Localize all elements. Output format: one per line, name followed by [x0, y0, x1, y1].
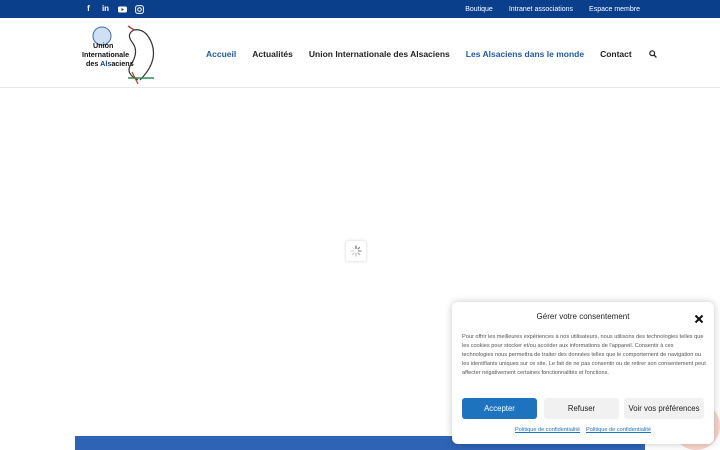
cookie-consent-dialog: Gérer votre consentement Pour offrir les… [452, 302, 714, 444]
logo-line-3-suffix: aciens [111, 59, 134, 68]
top-link-boutique[interactable]: Boutique [465, 6, 493, 13]
consent-links: Politique de confidentialité Politique d… [452, 427, 714, 433]
instagram-icon[interactable] [135, 4, 144, 15]
nav-item-actualites[interactable]: Actualités [252, 49, 293, 59]
linkedin-icon[interactable]: in [101, 4, 110, 15]
privacy-policy-link-2[interactable]: Politique de confidentialité [586, 427, 651, 433]
nav-item-accueil[interactable]: Accueil [206, 49, 236, 59]
facebook-icon[interactable]: f [84, 4, 93, 15]
logo-line-3-prefix: des [86, 59, 101, 68]
logo-line-2: Internationale [82, 50, 130, 59]
privacy-policy-link[interactable]: Politique de confidentialité [515, 427, 580, 433]
loading-spinner [346, 241, 366, 261]
spinner-icon [350, 245, 362, 257]
accept-button[interactable]: Accepter [462, 398, 537, 419]
top-bar: f in Boutique Intranet associations Espa… [0, 0, 720, 18]
logo-line-3: des Alsaciens [86, 60, 134, 67]
consent-body: Pour offrir les meilleures expériences à… [462, 334, 706, 377]
close-icon[interactable] [694, 311, 704, 324]
preferences-button[interactable]: Voir vos préférences [624, 398, 704, 419]
logo-line-1: Union [93, 41, 114, 50]
site-logo[interactable]: Union Internationale des Alsaciens [80, 22, 162, 86]
social-links: f in [84, 3, 144, 15]
main-navigation: Accueil Actualités Union Internationale … [206, 48, 658, 60]
nav-item-union-internationale[interactable]: Union Internationale des Alsaciens [309, 49, 450, 59]
search-icon[interactable] [648, 49, 658, 59]
top-link-intranet-associations[interactable]: Intranet associations [509, 6, 573, 13]
nav-item-contact[interactable]: Contact [600, 49, 632, 59]
refuse-button[interactable]: Refuser [544, 398, 619, 419]
top-links: Boutique Intranet associations Espace me… [465, 0, 640, 18]
consent-title: Gérer votre consentement [536, 312, 630, 321]
logo-line-3-highlight: Als [100, 59, 112, 68]
nav-item-alsaciens-monde[interactable]: Les Alsaciens dans le monde [466, 49, 584, 59]
site-header: Union Internationale des Alsaciens Accue… [0, 18, 720, 88]
top-link-espace-membre[interactable]: Espace membre [589, 6, 640, 13]
youtube-icon[interactable] [118, 4, 127, 15]
